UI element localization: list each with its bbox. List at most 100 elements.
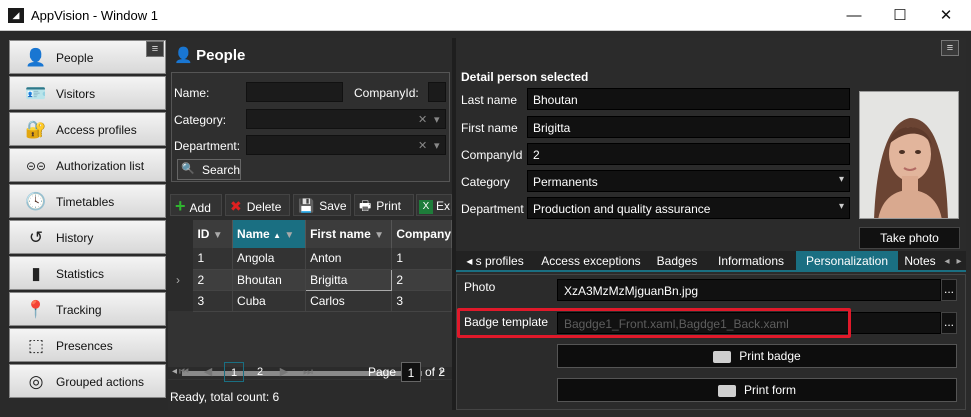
chevron-down-icon[interactable]: ▾: [839, 201, 844, 212]
clear-icon[interactable]: ✕: [418, 113, 427, 126]
category-value: Permanents: [533, 175, 598, 189]
nav-item-people[interactable]: 👤 People: [9, 40, 166, 74]
nav-item-visitors[interactable]: 🪪 Visitors: [9, 76, 166, 110]
cell-name[interactable]: Bhoutan: [232, 269, 307, 291]
tab-badges[interactable]: Badges: [650, 251, 704, 272]
nav-item-tracking[interactable]: 📍 Tracking: [9, 292, 166, 326]
tab-scroll-left-icon[interactable]: ◂: [942, 251, 952, 272]
cell-company[interactable]: 3: [391, 290, 452, 312]
cell-company[interactable]: 2: [391, 269, 452, 291]
highlight-box: [457, 308, 851, 338]
delete-button[interactable]: ✖ Delete: [225, 194, 290, 216]
cell-first-name[interactable]: Anton: [305, 248, 393, 270]
department-select[interactable]: Production and quality assurance ▾: [527, 197, 850, 219]
cell-company[interactable]: 1: [391, 248, 452, 270]
window-title-bar: ◢ AppVision - Window 1 — ☐ ✕: [0, 0, 971, 31]
page-button-2[interactable]: 2: [250, 362, 270, 382]
minimize-button[interactable]: —: [831, 0, 877, 31]
column-header-company[interactable]: Company: [391, 220, 452, 248]
column-header-first-name[interactable]: First name ▼: [305, 220, 393, 248]
table-row-selected[interactable]: › 2 Bhoutan Brigitta 2: [168, 268, 452, 291]
maximize-button[interactable]: ☐: [877, 0, 923, 31]
tab-access-exceptions[interactable]: Access exceptions: [536, 251, 646, 272]
left-navigation: 👤 People ≡ 🪪 Visitors 🔐 Access profiles …: [9, 38, 166, 410]
people-title-label: People: [196, 47, 246, 64]
nav-item-presences[interactable]: ⬚ Presences: [9, 328, 166, 362]
first-name-label: First name: [461, 121, 518, 135]
take-photo-button[interactable]: Take photo: [859, 227, 960, 249]
department-combobox[interactable]: ✕ ▾: [246, 135, 446, 155]
detail-panel: ≡ Detail person selected Last name Bhout…: [456, 38, 966, 410]
location-pin-icon: 📍: [25, 300, 47, 319]
clear-icon[interactable]: ✕: [418, 139, 427, 152]
plus-icon: +: [175, 196, 186, 216]
print-button[interactable]: 🖶 Print: [354, 194, 414, 216]
tab-notes[interactable]: Notes: [900, 251, 940, 272]
add-button[interactable]: + Add: [170, 194, 222, 216]
first-name-field[interactable]: Brigitta: [527, 116, 850, 138]
print-badge-button[interactable]: Print badge: [557, 344, 957, 368]
chevron-down-icon[interactable]: ▾: [434, 139, 440, 152]
chevron-down-icon[interactable]: ▾: [434, 113, 440, 126]
tab-informations[interactable]: Informations: [710, 251, 792, 272]
person-photo: [859, 91, 959, 219]
companyid-field[interactable]: 2: [527, 143, 850, 165]
category-select[interactable]: Permanents ▾: [527, 170, 850, 192]
nav-item-label: History: [56, 231, 94, 245]
detail-menu-icon[interactable]: ≡: [941, 40, 959, 56]
row-header: [168, 248, 194, 269]
department-label: Department: [461, 202, 524, 216]
cell-id[interactable]: 3: [193, 290, 234, 312]
save-button[interactable]: 💾 Save: [293, 194, 351, 216]
cell-first-name[interactable]: Brigitta: [305, 268, 393, 291]
tab-scroll-right-icon[interactable]: ▸: [954, 251, 964, 272]
cell-id[interactable]: 2: [193, 269, 234, 291]
print-form-label: Print form: [743, 383, 796, 397]
last-name-field[interactable]: Bhoutan: [527, 88, 850, 110]
close-button[interactable]: ✕: [923, 0, 969, 31]
name-input[interactable]: [246, 82, 343, 102]
print-form-button[interactable]: Print form: [557, 378, 957, 402]
nav-menu-icon[interactable]: ≡: [146, 41, 164, 57]
photo-browse-button[interactable]: ...: [941, 279, 957, 301]
tab-access-profiles[interactable]: ◂ s profiles: [460, 251, 530, 272]
category-combobox[interactable]: ✕ ▾: [246, 109, 446, 129]
filter-icon[interactable]: ▼: [284, 230, 294, 241]
cell-id[interactable]: 1: [193, 248, 234, 270]
nav-item-grouped-actions[interactable]: ◎ Grouped actions: [9, 364, 166, 398]
badge-template-browse-button[interactable]: ...: [941, 312, 957, 334]
nav-item-authorization-list[interactable]: ⊝⊝ Authorization list: [9, 148, 166, 182]
person-icon: 👤: [25, 48, 47, 67]
tab-personalization[interactable]: Personalization: [796, 251, 898, 272]
column-header-name[interactable]: Name ▲ ▼: [232, 220, 307, 248]
nav-item-timetables[interactable]: 🕓 Timetables: [9, 184, 166, 218]
next-page-icon[interactable]: ▶: [276, 362, 292, 382]
chevron-down-icon[interactable]: ▾: [839, 174, 844, 185]
companyid-label: CompanyId:: [354, 86, 419, 100]
first-page-icon[interactable]: ⏮: [176, 362, 192, 382]
search-button[interactable]: 🔍 Search: [177, 159, 241, 180]
nav-item-label: Tracking: [56, 303, 102, 317]
prev-page-icon[interactable]: ◀: [200, 362, 216, 382]
pager: ⏮ ◀ 1 2 ▶ ⏭ Page 1 of 2: [168, 358, 452, 386]
filter-icon[interactable]: ▼: [213, 230, 223, 241]
table-row[interactable]: 3 Cuba Carlos 3: [168, 290, 452, 312]
last-page-icon[interactable]: ⏭: [300, 362, 316, 382]
filter-icon[interactable]: ▼: [374, 230, 384, 241]
table-row[interactable]: 1 Angola Anton 1: [168, 248, 452, 270]
cell-name[interactable]: Angola: [232, 248, 307, 270]
detail-title: Detail person selected: [461, 70, 589, 84]
print-label: Print: [376, 199, 401, 213]
cell-first-name[interactable]: Carlos: [305, 290, 393, 312]
page-button-1[interactable]: 1: [224, 362, 244, 382]
export-excel-button[interactable]: X Ex: [416, 194, 452, 216]
page-number-input[interactable]: 1: [401, 362, 421, 382]
photo-label: Photo: [464, 280, 496, 294]
column-header-id[interactable]: ID ▼: [193, 220, 234, 248]
nav-item-history[interactable]: ↺ History: [9, 220, 166, 254]
companyid-input[interactable]: [428, 82, 446, 102]
nav-item-access-profiles[interactable]: 🔐 Access profiles: [9, 112, 166, 146]
cell-name[interactable]: Cuba: [232, 290, 307, 312]
photo-field[interactable]: XzA3MzMzMjguanBn.jpg: [557, 279, 941, 301]
nav-item-statistics[interactable]: ▮ Statistics: [9, 256, 166, 290]
